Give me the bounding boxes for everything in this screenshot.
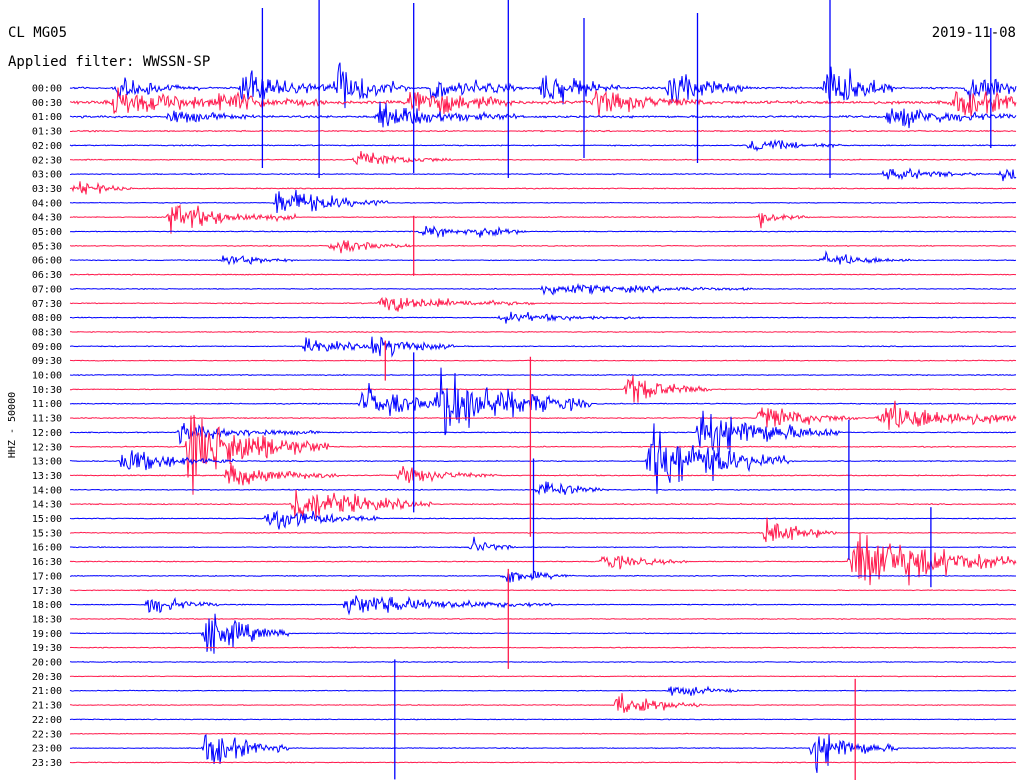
station-title: CL MG05 [8, 25, 67, 41]
row-time-label: 12:00 [32, 428, 62, 439]
trace-row [69, 517, 1017, 543]
trace-row [69, 375, 1017, 403]
row-time-label: 08:00 [32, 313, 62, 324]
channel-axis-label: HHZ - 50000 [7, 392, 18, 458]
trace-row [69, 359, 1017, 362]
row-time-label: 14:30 [32, 500, 62, 511]
row-time-label: 05:30 [32, 241, 62, 252]
row-time-label: 18:30 [32, 614, 62, 625]
trace-row [69, 151, 1017, 166]
trace-row [69, 129, 1017, 133]
row-time-label: 11:30 [32, 414, 62, 425]
row-time-label: 21:30 [32, 701, 62, 712]
row-time-label: 13:30 [32, 471, 62, 482]
trace-row [69, 646, 1017, 649]
trace-row [69, 533, 1017, 586]
trace-row [69, 489, 1016, 518]
row-time-label: 23:30 [32, 758, 62, 769]
trace-row [69, 510, 1017, 530]
row-time-label: 04:30 [32, 213, 62, 224]
row-time-label: 15:00 [32, 514, 62, 525]
trace-row [70, 660, 1016, 664]
trace-layer [69, 62, 1017, 773]
trace-row [69, 400, 1017, 430]
trace-row [69, 204, 1017, 234]
row-time-label: 07:00 [32, 284, 62, 295]
trace-row [70, 570, 1016, 583]
trace-row [69, 536, 1017, 552]
trace-row [69, 273, 1016, 276]
row-time-label: 05:00 [32, 227, 62, 238]
trace-row [69, 282, 1017, 296]
row-time-label: 07:30 [32, 299, 62, 310]
row-time-label: 02:30 [32, 155, 62, 166]
trace-row [69, 732, 1017, 735]
row-time-label: 02:00 [32, 141, 62, 152]
trace-row [70, 481, 1017, 496]
trace-row [69, 336, 1017, 358]
row-time-label: 12:30 [32, 442, 62, 453]
trace-row [69, 330, 1016, 334]
trace-row [69, 414, 1016, 495]
trace-row [69, 367, 1017, 436]
row-time-label: 10:00 [32, 371, 62, 382]
row-time-label: 00:30 [32, 98, 62, 109]
row-label-layer: 00:00 00:30 01:00 01:30 02:00 02:30 03:00 03:30… [32, 84, 62, 769]
row-time-label: 20:00 [32, 658, 62, 669]
trace-row [69, 685, 1017, 697]
row-time-label: 00:00 [32, 84, 62, 95]
trace-row [69, 250, 1017, 266]
row-time-label: 04:00 [32, 198, 62, 209]
row-time-label: 01:30 [32, 127, 62, 138]
trace-row [69, 718, 1016, 721]
trace-row [69, 138, 1017, 152]
row-time-label: 11:00 [32, 399, 62, 410]
row-time-label: 23:00 [32, 744, 62, 755]
row-time-label: 22:00 [32, 715, 62, 726]
row-time-label: 01:00 [32, 112, 62, 123]
row-time-label: 17:30 [32, 586, 62, 597]
trace-row [69, 373, 1017, 377]
row-time-label: 03:00 [32, 170, 62, 181]
trace-row [69, 733, 1016, 773]
trace-row [69, 617, 1017, 621]
row-time-label: 06:30 [32, 270, 62, 281]
row-time-label: 09:00 [32, 342, 62, 353]
trace-row [69, 225, 1017, 239]
row-time-label: 18:00 [32, 600, 62, 611]
row-time-label: 10:30 [32, 385, 62, 396]
row-time-label: 03:30 [32, 184, 62, 195]
trace-row [70, 189, 1016, 214]
row-time-label: 13:00 [32, 457, 62, 468]
trace-row [69, 240, 1017, 254]
date-label: 2019-11-08 [932, 25, 1016, 41]
row-time-label: 21:00 [32, 686, 62, 697]
row-time-label: 22:30 [32, 729, 62, 740]
row-time-label: 19:30 [32, 643, 62, 654]
filter-label: Applied filter: WWSSN-SP [8, 54, 210, 70]
trace-row [69, 675, 1016, 678]
trace-row [69, 311, 1017, 324]
helicorder-plot: 00:00 00:30 01:00 01:30 02:00 02:30 03:00 03:30… [7, 0, 1017, 780]
row-time-label: 16:00 [32, 543, 62, 554]
row-time-label: 20:30 [32, 672, 62, 683]
row-time-label: 17:00 [32, 571, 62, 582]
trace-row [69, 101, 1017, 129]
trace-row [69, 181, 1017, 195]
row-time-label: 15:30 [32, 528, 62, 539]
trace-row [69, 87, 1017, 117]
trace-row [69, 595, 1017, 616]
row-time-label: 14:00 [32, 485, 62, 496]
row-time-label: 19:00 [32, 629, 62, 640]
trace-row [69, 296, 1017, 312]
trace-row [69, 589, 1016, 592]
trace-row [69, 167, 1017, 182]
trace-row [69, 462, 1017, 486]
trace-row [69, 761, 1017, 764]
row-time-label: 08:30 [32, 327, 62, 338]
row-time-label: 16:30 [32, 557, 62, 568]
row-time-label: 06:00 [32, 256, 62, 267]
row-time-label: 09:30 [32, 356, 62, 367]
trace-row [70, 693, 1017, 713]
